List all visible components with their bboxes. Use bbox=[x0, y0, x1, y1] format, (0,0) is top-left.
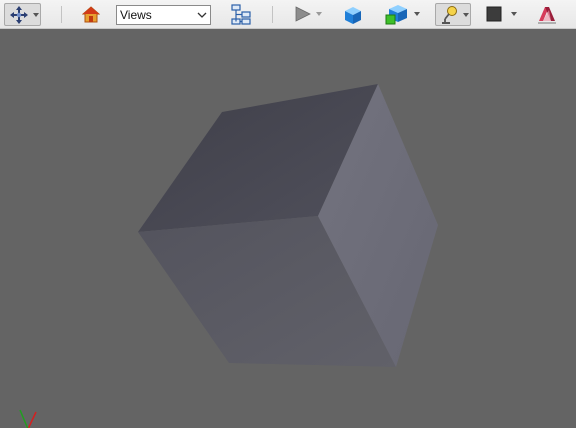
chevron-down-icon[interactable] bbox=[414, 12, 420, 16]
red-ribbon-icon bbox=[536, 4, 558, 26]
scene-tree-button[interactable] bbox=[229, 3, 253, 26]
scene-tree-icon bbox=[230, 3, 252, 26]
background-color-button[interactable] bbox=[483, 3, 519, 26]
x-axis-line bbox=[27, 411, 37, 428]
cad-viewer-window: Views bbox=[0, 0, 576, 428]
shaded-view-button[interactable] bbox=[342, 3, 364, 26]
animation-play-button[interactable] bbox=[292, 3, 326, 26]
clipping-plane-button[interactable] bbox=[534, 3, 560, 26]
toolbar-separator bbox=[61, 6, 62, 23]
blue-cube-icon bbox=[343, 5, 363, 25]
chevron-down-icon bbox=[197, 9, 207, 24]
play-icon bbox=[294, 6, 312, 22]
main-toolbar: Views bbox=[0, 0, 576, 29]
chevron-down-icon[interactable] bbox=[511, 12, 517, 16]
color-square-icon bbox=[485, 5, 503, 23]
blue-green-cubes-icon bbox=[385, 4, 409, 26]
move-cross-icon bbox=[10, 6, 28, 24]
display-mode-button[interactable] bbox=[384, 3, 422, 26]
3d-scene bbox=[138, 84, 438, 367]
chevron-down-icon[interactable] bbox=[33, 13, 39, 17]
chevron-down-icon[interactable] bbox=[316, 12, 322, 16]
home-icon bbox=[82, 5, 100, 24]
chevron-down-icon[interactable] bbox=[463, 13, 469, 17]
axes-indicator bbox=[14, 408, 54, 428]
views-dropdown-value: Views bbox=[120, 8, 152, 22]
interaction-mode-button[interactable] bbox=[4, 3, 41, 26]
home-view-button[interactable] bbox=[80, 3, 102, 26]
toolbar-separator bbox=[272, 6, 273, 23]
lamp-icon bbox=[440, 5, 460, 25]
3d-viewport[interactable] bbox=[0, 29, 576, 428]
views-dropdown[interactable]: Views bbox=[116, 5, 211, 25]
lighting-button[interactable] bbox=[435, 3, 471, 26]
y-axis-line bbox=[19, 409, 29, 428]
